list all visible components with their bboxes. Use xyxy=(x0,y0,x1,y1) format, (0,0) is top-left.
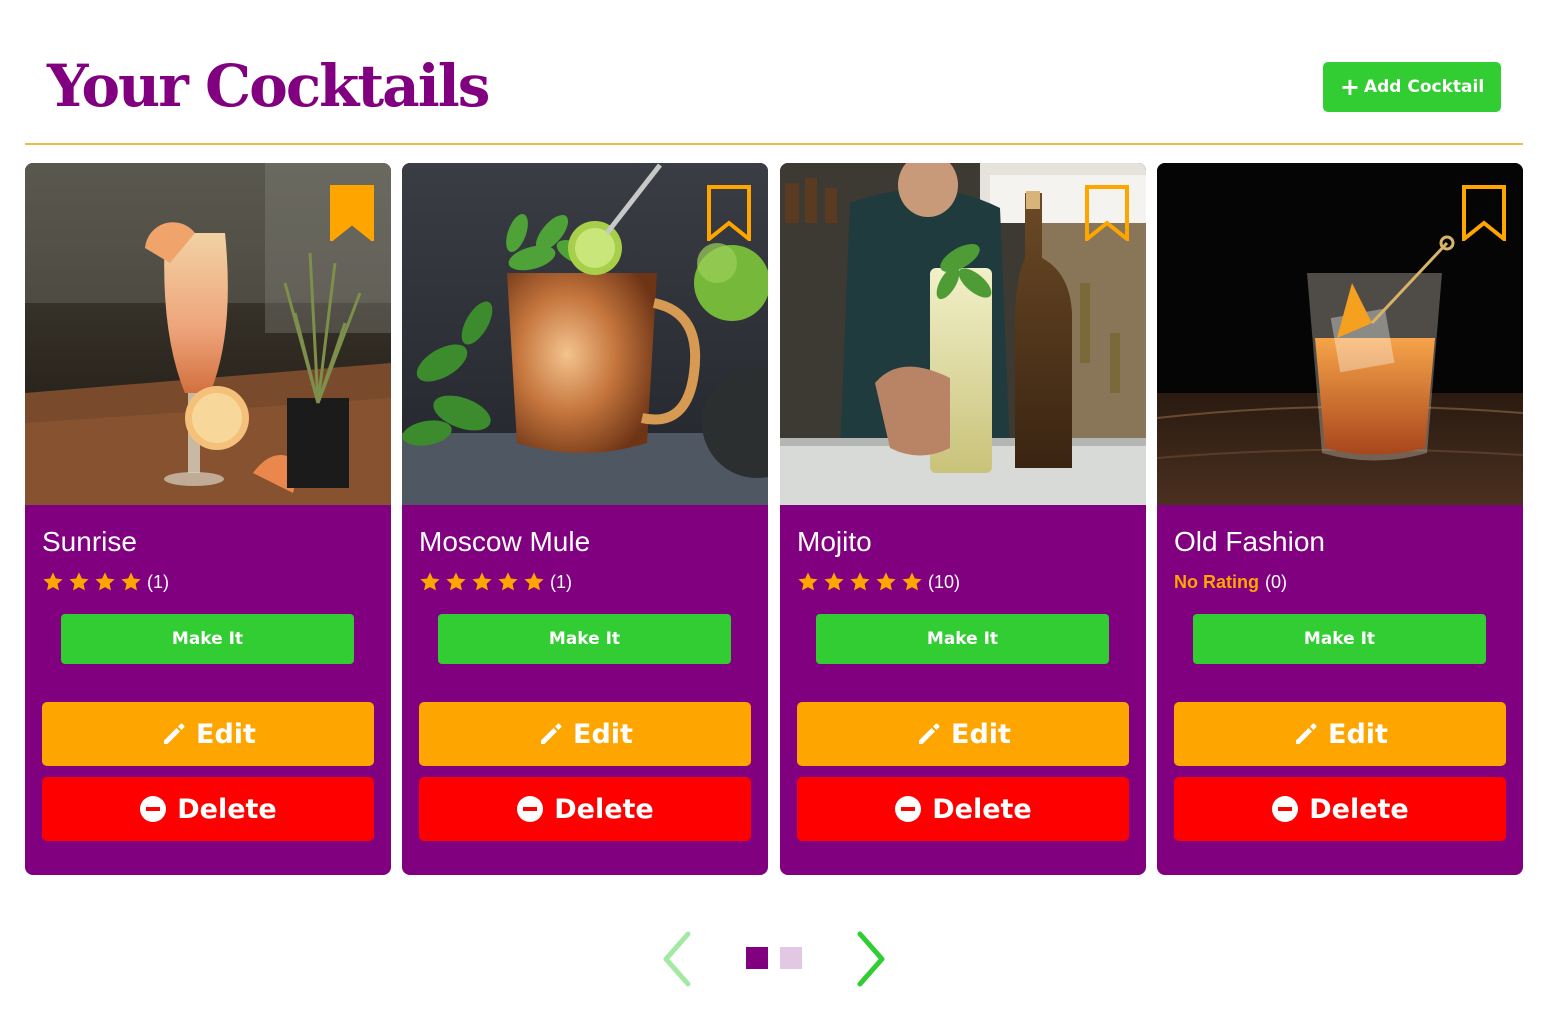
no-rating-label: No Rating xyxy=(1174,571,1259,592)
delete-button[interactable]: Delete xyxy=(42,777,374,841)
page-header: Your Cocktails + Add Cocktail xyxy=(25,0,1523,145)
cocktail-card: Sunrise (1) Make It Edit Delete xyxy=(25,163,391,875)
pencil-icon xyxy=(919,723,940,744)
rating-count: (10) xyxy=(928,571,961,592)
cocktail-card: Mojito (10) Make It Edit Delete xyxy=(780,163,1146,875)
make-it-button[interactable]: Make It xyxy=(1193,614,1486,664)
edit-label: Edit xyxy=(1328,718,1388,750)
pencil-icon xyxy=(541,723,562,744)
cocktail-name: Moscow Mule xyxy=(419,526,591,557)
delete-label: Delete xyxy=(554,793,654,825)
delete-button[interactable]: Delete xyxy=(419,777,751,841)
bookmark-icon[interactable] xyxy=(1462,185,1506,241)
page-dot-2[interactable] xyxy=(780,947,802,969)
star-icon xyxy=(69,572,89,591)
minus-circle-icon xyxy=(895,796,922,822)
make-it-button[interactable]: Make It xyxy=(816,614,1109,664)
star-icon xyxy=(498,572,518,591)
bookmark-icon[interactable] xyxy=(330,185,374,241)
edit-button[interactable]: Edit xyxy=(419,702,751,766)
page-title: Your Cocktails xyxy=(47,52,490,120)
star-icon xyxy=(902,572,922,591)
rating-count: (1) xyxy=(147,571,169,592)
cocktail-cards: Sunrise (1) Make It Edit Delete Moscow M… xyxy=(25,163,1523,875)
delete-label: Delete xyxy=(177,793,277,825)
plus-icon: + xyxy=(1339,73,1360,101)
delete-label: Delete xyxy=(1309,793,1409,825)
delete-button[interactable]: Delete xyxy=(797,777,1129,841)
pencil-icon xyxy=(164,723,185,744)
minus-circle-icon xyxy=(1272,796,1299,822)
edit-label: Edit xyxy=(573,718,633,750)
rating: (1) xyxy=(419,570,572,594)
chevron-left-icon[interactable] xyxy=(656,928,696,988)
bookmark-icon[interactable] xyxy=(1085,185,1129,241)
pencil-icon xyxy=(1296,723,1317,744)
stars xyxy=(42,571,142,593)
minus-circle-icon xyxy=(517,796,544,822)
minus-circle-icon xyxy=(140,796,167,822)
edit-button[interactable]: Edit xyxy=(797,702,1129,766)
edit-button[interactable]: Edit xyxy=(1174,702,1506,766)
star-icon xyxy=(121,572,141,591)
make-it-button[interactable]: Make It xyxy=(438,614,731,664)
make-it-button[interactable]: Make It xyxy=(61,614,354,664)
page-dot-1[interactable] xyxy=(746,947,768,969)
rating-count: (0) xyxy=(1265,571,1287,592)
star-icon xyxy=(472,572,492,591)
star-icon xyxy=(420,572,440,591)
star-icon xyxy=(798,572,818,591)
add-cocktail-button[interactable]: + Add Cocktail xyxy=(1323,62,1501,112)
star-icon xyxy=(95,572,115,591)
stars xyxy=(797,571,923,593)
star-icon xyxy=(876,572,896,591)
delete-label: Delete xyxy=(932,793,1032,825)
star-icon xyxy=(446,572,466,591)
edit-label: Edit xyxy=(951,718,1011,750)
bookmark-icon[interactable] xyxy=(707,185,751,241)
rating: (10) xyxy=(797,570,960,594)
star-icon xyxy=(43,572,63,591)
edit-label: Edit xyxy=(196,718,256,750)
stars xyxy=(419,571,545,593)
cocktail-name: Mojito xyxy=(797,526,872,557)
rating: (1) xyxy=(42,570,169,594)
cocktail-name: Sunrise xyxy=(42,526,137,557)
delete-button[interactable]: Delete xyxy=(1174,777,1506,841)
cocktail-name: Old Fashion xyxy=(1174,526,1325,557)
carousel-pagination xyxy=(0,925,1557,995)
add-cocktail-label: Add Cocktail xyxy=(1363,77,1485,97)
star-icon xyxy=(850,572,870,591)
star-icon xyxy=(824,572,844,591)
edit-button[interactable]: Edit xyxy=(42,702,374,766)
cocktail-card: Old Fashion No Rating (0) Make It Edit D… xyxy=(1157,163,1523,875)
cocktail-card: Moscow Mule (1) Make It Edit Delete xyxy=(402,163,768,875)
rating-count: (1) xyxy=(550,571,572,592)
rating: No Rating (0) xyxy=(1174,570,1287,594)
star-icon xyxy=(524,572,544,591)
chevron-right-icon[interactable] xyxy=(850,928,890,988)
